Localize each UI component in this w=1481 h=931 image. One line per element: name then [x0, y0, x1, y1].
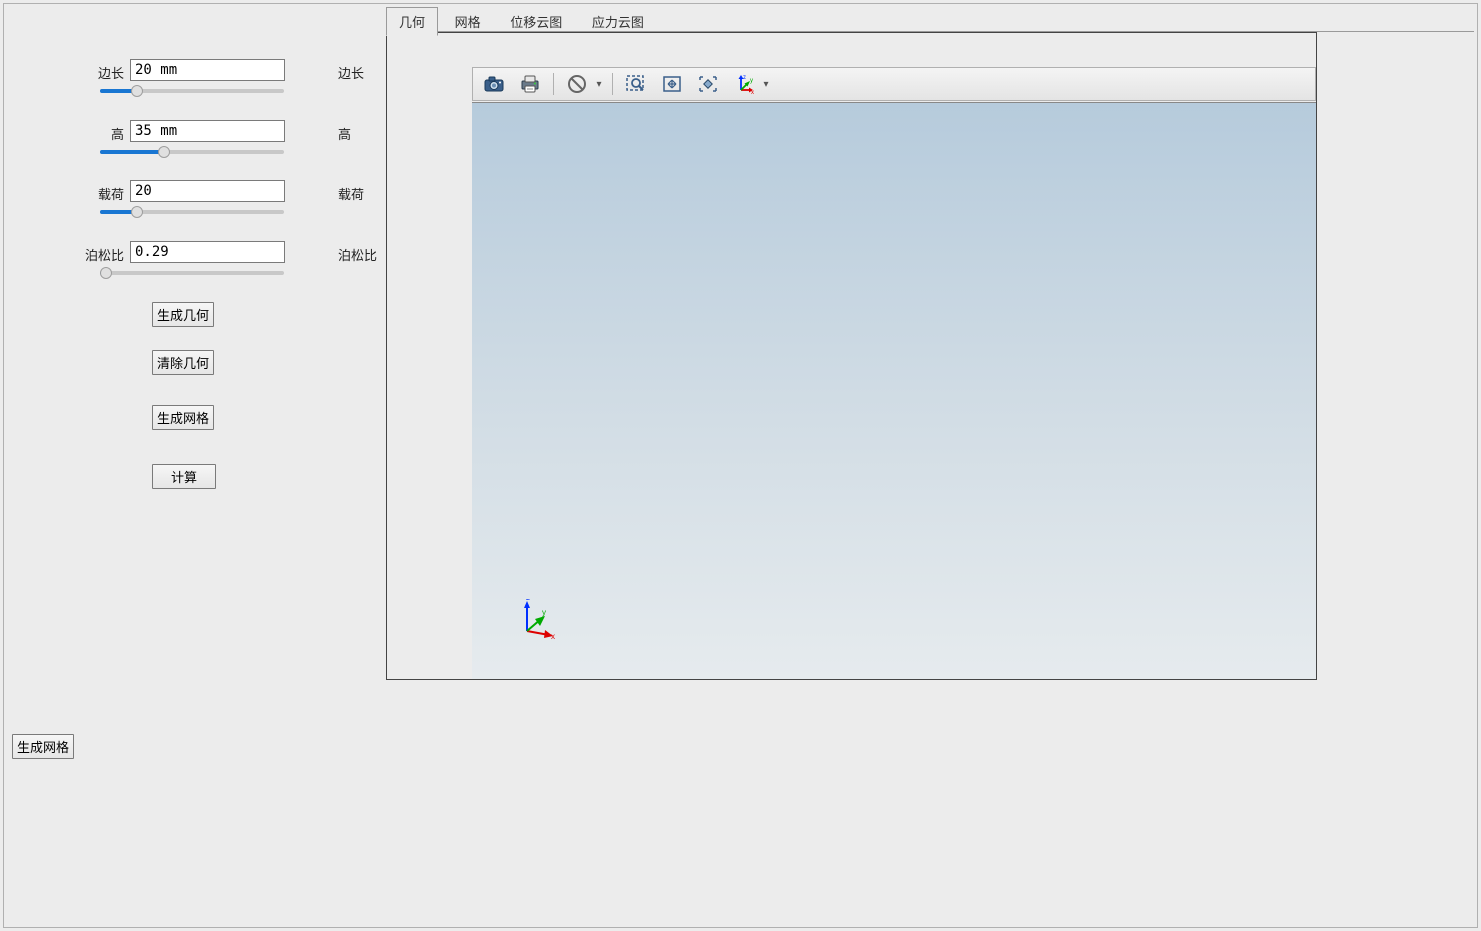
label-load-right: 载荷: [338, 184, 388, 203]
generate-geometry-button[interactable]: 生成几何: [152, 302, 214, 327]
pan-button[interactable]: [657, 71, 687, 97]
slider-thumb[interactable]: [131, 206, 143, 218]
svg-text:x: x: [751, 90, 754, 94]
axes-triad-icon: z x y: [517, 599, 557, 639]
camera-icon: [483, 75, 505, 93]
pan-icon: [661, 74, 683, 94]
printer-icon: [519, 74, 541, 94]
slider-thumb[interactable]: [158, 146, 170, 158]
generate-mesh-button[interactable]: 生成网格: [152, 405, 214, 430]
slider-track: [100, 271, 284, 275]
input-load[interactable]: [130, 180, 285, 202]
toolbar-separator: [612, 73, 613, 95]
zoom-box-button[interactable]: [621, 71, 651, 97]
label-poisson-left: 泊松比: [4, 245, 124, 264]
reset-view-button[interactable]: [562, 71, 592, 97]
label-load-left: 载荷: [4, 184, 124, 203]
toolbar-separator: [553, 73, 554, 95]
slider-thumb[interactable]: [131, 85, 143, 97]
snapshot-button[interactable]: [479, 71, 509, 97]
axis-y-label: y: [542, 608, 546, 617]
print-button[interactable]: [515, 71, 545, 97]
parameter-panel: 边长 边长 高 高 载荷 载荷: [4, 4, 384, 927]
tabs-bar: 几何 网格 位移云图 应力云图: [386, 7, 1474, 32]
slider-thumb[interactable]: [100, 267, 112, 279]
clear-geometry-button[interactable]: 清除几何: [152, 350, 214, 375]
axis-x-label: x: [551, 632, 555, 639]
orientation-button[interactable]: z y x: [729, 71, 759, 97]
zoom-box-icon: [625, 74, 647, 94]
input-edge[interactable]: [130, 59, 285, 81]
reset-view-dropdown[interactable]: ▾: [594, 79, 604, 90]
tab-geometry[interactable]: 几何: [386, 7, 438, 36]
generate-mesh-bottom-button[interactable]: 生成网格: [12, 734, 74, 759]
viewport-3d: ▾: [386, 32, 1317, 680]
main-frame: 边长 边长 高 高 载荷 载荷: [3, 3, 1478, 928]
canvas-3d[interactable]: z x y: [472, 102, 1316, 679]
axes-icon: z y x: [733, 74, 755, 94]
svg-text:y: y: [750, 78, 753, 84]
slider-fill: [100, 150, 164, 154]
label-height-right: 高: [338, 124, 388, 143]
label-poisson-right: 泊松比: [338, 245, 388, 264]
zoom-extents-button[interactable]: [693, 71, 723, 97]
input-poisson[interactable]: [130, 241, 285, 263]
label-height-left: 高: [4, 124, 124, 143]
svg-text:z: z: [743, 75, 746, 81]
input-height[interactable]: [130, 120, 285, 142]
axis-z-label: z: [526, 599, 530, 602]
label-edge-right: 边长: [338, 63, 388, 82]
viewport-toolbar: ▾: [472, 67, 1316, 101]
compute-button[interactable]: 计算: [152, 464, 216, 489]
zoom-extents-icon: [697, 74, 719, 94]
label-edge-left: 边长: [4, 63, 124, 82]
orientation-dropdown[interactable]: ▾: [761, 79, 771, 90]
no-entry-icon: [567, 74, 587, 94]
